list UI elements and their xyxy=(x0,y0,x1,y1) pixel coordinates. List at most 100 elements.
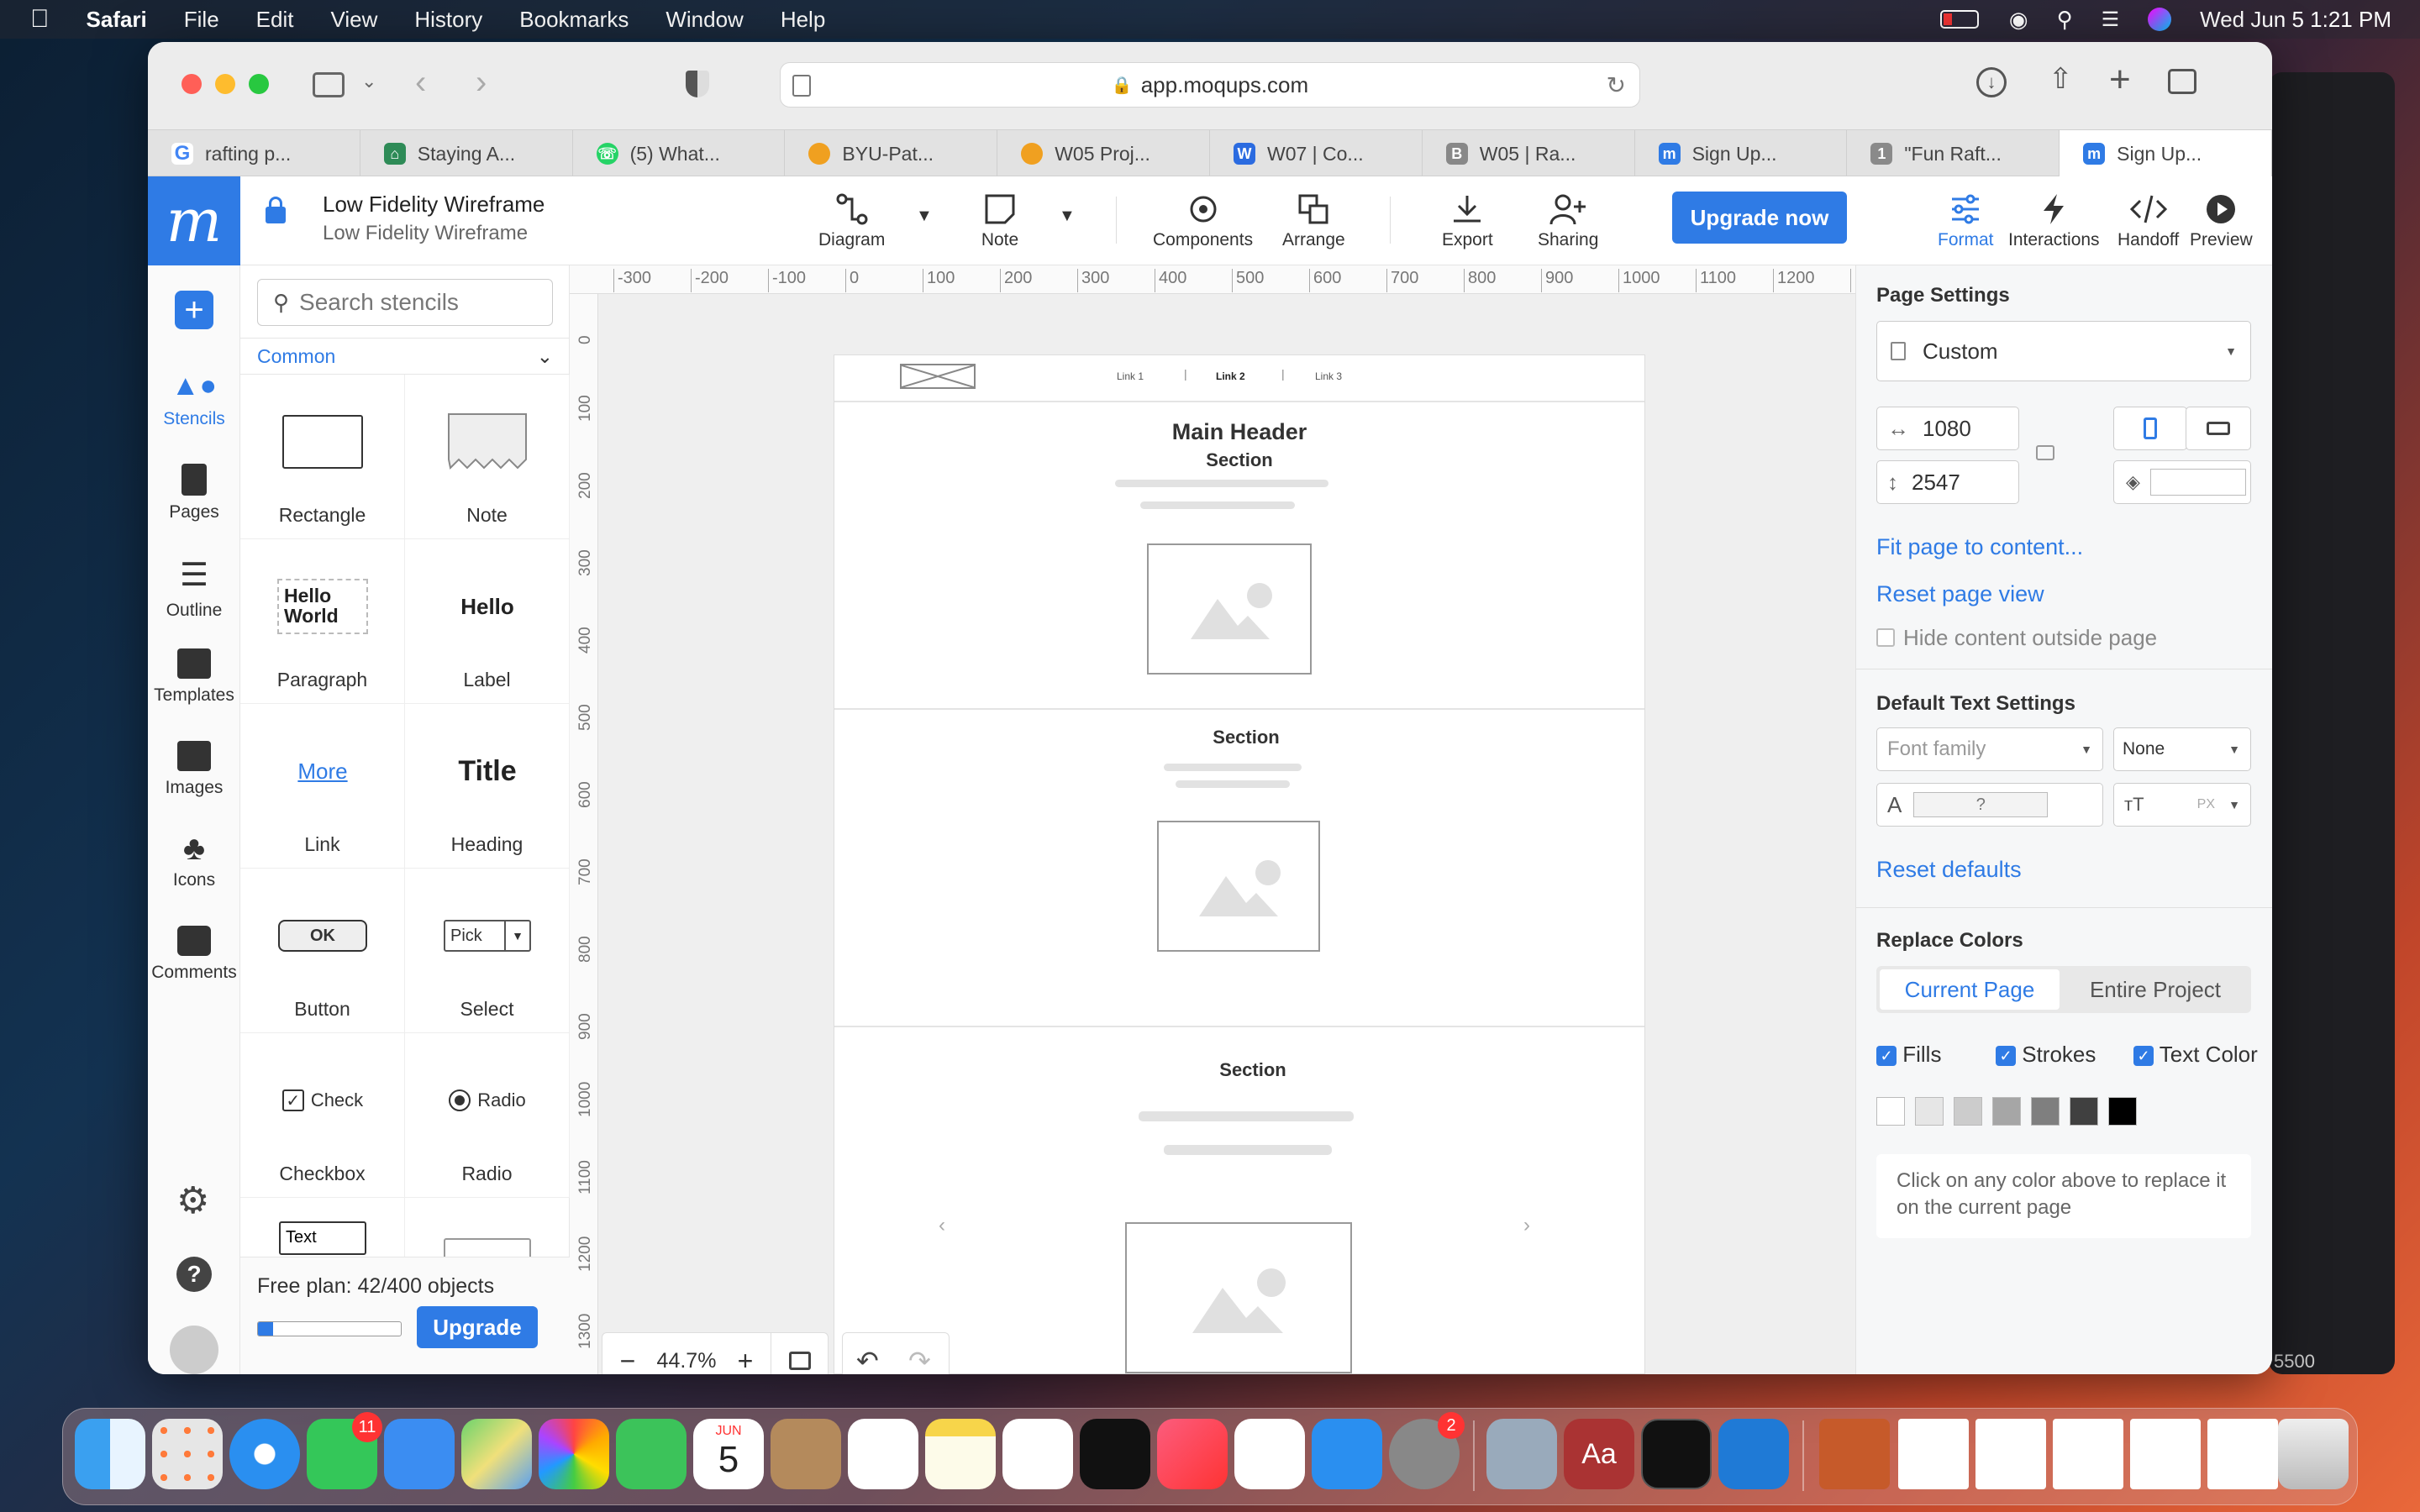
redo-icon[interactable]: ↷ xyxy=(908,1345,931,1374)
notes-icon[interactable] xyxy=(925,1419,996,1489)
note-dropdown-icon[interactable]: ▼ xyxy=(1059,207,1076,226)
page-title[interactable]: Low Fidelity Wireframe xyxy=(323,222,528,245)
category-dropdown[interactable]: Common ⌄ xyxy=(240,338,570,375)
diagram-dropdown-icon[interactable]: ▼ xyxy=(916,207,933,226)
news-icon[interactable] xyxy=(1234,1419,1305,1489)
aspect-lock-icon[interactable] xyxy=(2036,445,2054,460)
stencil-link[interactable]: More Link xyxy=(240,704,405,869)
search-stencils-input[interactable]: ⚲ Search stencils xyxy=(257,279,553,326)
font-size-field[interactable]: ᴛT PX ▼ xyxy=(2113,783,2251,827)
menu-history[interactable]: History xyxy=(414,7,482,33)
browser-tab[interactable]: BYU-Pat... xyxy=(785,130,998,177)
recent-item-raft-icon[interactable] xyxy=(1819,1419,1890,1489)
section-title-2[interactable]: Section xyxy=(834,727,1644,748)
menu-help[interactable]: Help xyxy=(781,7,825,33)
preview-button[interactable]: Preview xyxy=(2190,188,2253,250)
safari-icon[interactable] xyxy=(229,1419,300,1489)
avatar[interactable] xyxy=(170,1326,218,1374)
browser-tab[interactable]: 1 "Fun Raft... xyxy=(1847,130,2060,177)
recent-document-icon[interactable] xyxy=(1898,1419,1969,1489)
mail-icon[interactable] xyxy=(384,1419,455,1489)
components-button[interactable]: Components xyxy=(1153,188,1253,250)
text-line-placeholder[interactable] xyxy=(1115,480,1328,487)
messages-icon[interactable]: 11 xyxy=(307,1412,382,1489)
stencil-heading[interactable]: Title Heading xyxy=(405,704,570,869)
stencil-note[interactable]: Note xyxy=(405,375,570,539)
text-line-placeholder[interactable] xyxy=(1164,764,1302,771)
text-line-placeholder[interactable] xyxy=(1139,1111,1354,1121)
browser-tab[interactable]: W05 Proj... xyxy=(997,130,1210,177)
dictionary-icon[interactable]: Aa xyxy=(1564,1419,1634,1489)
sidebar-toggle-icon[interactable] xyxy=(313,72,345,97)
font-family-select[interactable]: Font family ▼ xyxy=(1876,727,2103,771)
stencil-select[interactable]: Pick ▼ Select xyxy=(405,869,570,1033)
recent-screenshot-icon[interactable] xyxy=(2130,1419,2201,1489)
strokes-checkbox[interactable]: ✓ xyxy=(1996,1046,2016,1067)
nav-link-3[interactable]: Link 3 xyxy=(1315,370,1342,382)
trash-icon[interactable] xyxy=(2278,1419,2349,1489)
color-swatch[interactable] xyxy=(1954,1097,1982,1126)
nav-images[interactable]: Images xyxy=(148,741,240,798)
browser-tab[interactable]: B W05 | Ra... xyxy=(1423,130,1635,177)
menu-view[interactable]: View xyxy=(330,7,377,33)
page-height-input[interactable]: ↕ 2547 xyxy=(1876,460,2019,504)
reminders-icon[interactable] xyxy=(848,1419,918,1489)
nav-icons[interactable]: ♣ Icons xyxy=(148,832,240,890)
finder-icon[interactable] xyxy=(75,1419,145,1489)
handoff-button[interactable]: Handoff xyxy=(2118,188,2179,250)
color-swatch[interactable] xyxy=(2108,1097,2137,1126)
logo-placeholder[interactable] xyxy=(900,364,976,389)
format-button[interactable]: Format xyxy=(1938,188,1994,250)
browser-tab-active[interactable]: m Sign Up... xyxy=(2060,130,2272,177)
note-button[interactable]: Note xyxy=(978,188,1022,250)
nav-outline[interactable]: ☰ Outline xyxy=(148,556,240,621)
settings-icon[interactable]: ⚙ xyxy=(176,1179,209,1222)
menu-edit[interactable]: Edit xyxy=(256,7,294,33)
stencil-button[interactable]: OK Button xyxy=(240,869,405,1033)
interactions-button[interactable]: Interactions xyxy=(2008,188,2100,250)
fit-page-to-content-link[interactable]: Fit page to content... xyxy=(1876,534,2083,560)
privacy-shield-icon[interactable] xyxy=(686,71,709,97)
downloads-icon[interactable]: ↓ xyxy=(1976,67,2007,97)
image-placeholder[interactable] xyxy=(1157,821,1320,952)
battery-icon[interactable] xyxy=(1939,10,1979,29)
strokes-checkbox-row[interactable]: ✓ Strokes xyxy=(1996,1042,2096,1068)
reload-icon[interactable]: ↻ xyxy=(1607,71,1626,99)
help-icon[interactable]: ? xyxy=(176,1257,212,1292)
share-icon[interactable]: ⇧ xyxy=(2049,62,2073,96)
app-store-icon[interactable] xyxy=(1312,1419,1382,1489)
stencil-label[interactable]: Hello Label xyxy=(405,539,570,704)
menubar-clock[interactable]: Wed Jun 5 1:21 PM xyxy=(2200,7,2391,33)
arrange-button[interactable]: Arrange xyxy=(1282,188,1345,250)
new-tab-icon[interactable]: + xyxy=(2109,59,2131,101)
chevron-down-icon[interactable]: ⌄ xyxy=(361,71,376,92)
section-title-1[interactable]: Section xyxy=(834,449,1644,471)
photos-icon[interactable] xyxy=(539,1419,609,1489)
main-header[interactable]: Main Header xyxy=(834,419,1644,445)
color-swatch[interactable] xyxy=(2070,1097,2098,1126)
text-color-checkbox-row[interactable]: ✓ Text Color xyxy=(2133,1042,2258,1068)
orientation-portrait-button[interactable] xyxy=(2113,407,2187,450)
vscode-icon[interactable] xyxy=(1718,1419,1789,1489)
color-swatch[interactable] xyxy=(1992,1097,2021,1126)
section-title-3[interactable]: Section xyxy=(834,1059,1644,1081)
carousel-image-placeholder[interactable] xyxy=(1125,1222,1352,1373)
page-size-preset-select[interactable]: Custom ▼ xyxy=(1876,321,2251,381)
text-line-placeholder[interactable] xyxy=(1176,780,1290,788)
apple-icon[interactable]:  xyxy=(30,5,50,34)
wireframe-page[interactable]: Link 1 | Link 2 | Link 3 Main Header Sec… xyxy=(834,354,1645,1374)
fills-checkbox-row[interactable]: ✓ Fills xyxy=(1876,1042,1941,1068)
control-center-icon[interactable]: ☰ xyxy=(2102,8,2120,32)
nav-link-1[interactable]: Link 1 xyxy=(1117,370,1144,382)
apple-tv-icon[interactable] xyxy=(1080,1419,1150,1489)
carousel-prev-icon[interactable]: ‹ xyxy=(939,1214,945,1237)
stencil-rectangle[interactable]: Rectangle xyxy=(240,375,405,539)
fit-screen-icon[interactable] xyxy=(771,1332,828,1374)
stencil-text-input[interactable]: Text xyxy=(240,1198,405,1257)
project-title[interactable]: Low Fidelity Wireframe xyxy=(323,192,544,218)
color-swatch[interactable] xyxy=(1876,1097,1905,1126)
minimize-window-button[interactable] xyxy=(215,74,235,94)
fills-checkbox[interactable]: ✓ xyxy=(1876,1046,1897,1067)
contacts-icon[interactable] xyxy=(771,1419,841,1489)
color-swatch[interactable] xyxy=(1915,1097,1944,1126)
